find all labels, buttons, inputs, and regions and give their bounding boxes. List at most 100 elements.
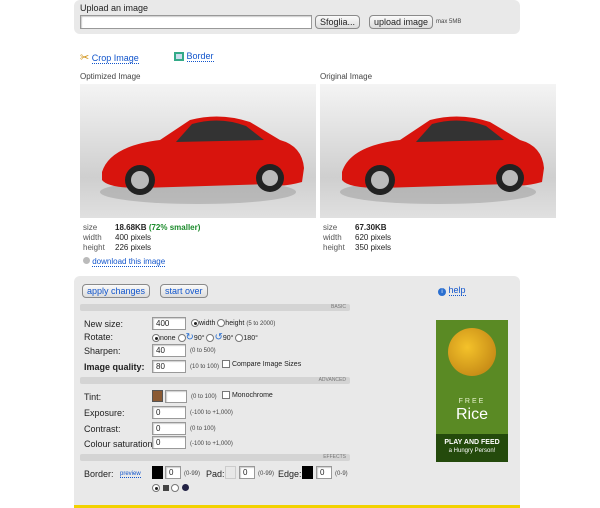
- border-input[interactable]: 0: [165, 466, 181, 479]
- sharpen-input[interactable]: 40: [152, 344, 186, 357]
- edge-color-swatch[interactable]: [302, 466, 313, 479]
- height-label: height: [323, 243, 345, 252]
- optimized-heading: Optimized Image: [80, 72, 141, 81]
- basic-section-bar: BASIC: [80, 304, 350, 311]
- upload-panel: Upload an image Sfoglia... upload image …: [74, 0, 520, 34]
- rice-logo-icon: [448, 328, 496, 376]
- tint-input[interactable]: [165, 390, 187, 403]
- border-range: (0-99): [184, 471, 201, 477]
- download-link[interactable]: download this image: [83, 257, 166, 267]
- scissors-icon: ✂: [80, 52, 90, 64]
- pad-color-swatch[interactable]: [225, 466, 236, 479]
- width-label: width: [323, 233, 342, 242]
- ad-rice-text: Rice: [455, 406, 488, 423]
- size-mode-options: width height (5 to 2000): [191, 319, 275, 327]
- rotate-none-radio[interactable]: [152, 334, 160, 343]
- height-label: height: [83, 243, 105, 252]
- car-image: [340, 116, 544, 204]
- compare-label: Compare Image Sizes: [231, 360, 302, 368]
- advanced-section-bar: ADVANCED: [80, 377, 350, 384]
- quality-input[interactable]: 80: [152, 360, 186, 373]
- max-size-note: max 5MB: [436, 19, 462, 25]
- new-size-label: New size:: [84, 319, 124, 329]
- rotate-90ccw-label: 90°: [222, 335, 234, 342]
- contrast-range: (0 to 100): [190, 426, 216, 432]
- help-label: help: [448, 285, 466, 296]
- help-link[interactable]: i help: [438, 285, 466, 296]
- info-icon: i: [438, 288, 446, 296]
- width-option-label: width: [199, 319, 216, 327]
- border-tool-link[interactable]: Border: [174, 51, 214, 62]
- tint-label: Tint:: [84, 392, 102, 402]
- square-style-icon: [162, 484, 169, 491]
- ad-tagline: PLAY AND FEED a Hungry Person!: [436, 434, 508, 462]
- height-range: (5 to 2000): [246, 320, 276, 327]
- optimized-info: size 18.68KB (72% smaller) width 400 pixel…: [83, 223, 200, 253]
- preview-link[interactable]: preview: [120, 471, 141, 478]
- contrast-input[interactable]: 0: [152, 422, 186, 435]
- upload-title: Upload an image: [80, 3, 149, 13]
- monochrome-checkbox[interactable]: [222, 391, 230, 399]
- rotate-180-label: 180°: [243, 335, 258, 342]
- pad-input[interactable]: 0: [239, 466, 255, 479]
- ad-line1: PLAY AND FEED: [444, 439, 500, 446]
- size-value: 67.30KB: [355, 223, 387, 232]
- saturation-label: Colour saturation:: [84, 439, 156, 449]
- saturation-range: (-100 to +1,000): [190, 441, 233, 447]
- pad-range: (0-99): [258, 471, 275, 477]
- round-style-icon: [181, 484, 189, 492]
- size-value: 18.68KB: [115, 223, 147, 232]
- border-icon: [174, 52, 184, 62]
- rotate-90cw-label: 90°: [193, 335, 205, 342]
- rotate-cw-icon: ↻: [185, 332, 194, 343]
- crop-tool-link[interactable]: ✂ Crop Image: [80, 51, 139, 64]
- contrast-label: Contrast:: [84, 424, 121, 434]
- crop-label: Crop Image: [91, 53, 139, 64]
- original-heading: Original Image: [320, 72, 373, 81]
- start-over-button[interactable]: start over: [160, 284, 208, 298]
- sharpen-range: (0 to 500): [190, 348, 216, 354]
- exposure-label: Exposure:: [84, 408, 125, 418]
- width-value: 620 pixels: [355, 233, 392, 242]
- browse-button[interactable]: Sfoglia...: [315, 15, 361, 29]
- border-style-options: [152, 482, 189, 492]
- upload-image-button[interactable]: upload image: [369, 15, 434, 29]
- saturation-input[interactable]: 0: [152, 436, 186, 449]
- exposure-input[interactable]: 0: [152, 406, 186, 419]
- size-savings: (72% smaller): [148, 223, 201, 232]
- edge-input[interactable]: 0: [316, 466, 332, 479]
- car-image: [100, 116, 304, 204]
- border-color-swatch[interactable]: [152, 466, 163, 479]
- ad-free-text: FREE: [458, 398, 486, 405]
- monochrome-option: Monochrome: [222, 391, 273, 399]
- size-label: size: [323, 223, 338, 232]
- width-radio[interactable]: [191, 319, 199, 327]
- free-rice-ad[interactable]: FREE Rice PLAY AND FEED a Hungry Person!: [436, 320, 508, 462]
- edge-label: Edge:: [278, 469, 302, 479]
- original-info: size 67.30KB width 620 pixels height 350 pi…: [323, 223, 391, 253]
- monochrome-label: Monochrome: [231, 391, 273, 399]
- quality-range: (10 to 100): [190, 364, 220, 370]
- apply-changes-button[interactable]: apply changes: [82, 284, 151, 298]
- file-path-input[interactable]: [80, 15, 312, 29]
- height-value: 226 pixels: [115, 243, 152, 252]
- controls-panel: apply changes start over i help BASIC Ne…: [74, 276, 520, 508]
- tint-swatch[interactable]: [152, 390, 163, 402]
- round-style-radio[interactable]: [171, 483, 180, 492]
- rotate-ccw-icon: ↺: [214, 332, 223, 343]
- compare-checkbox[interactable]: [222, 360, 230, 368]
- pad-label: Pad:: [206, 469, 225, 479]
- square-style-radio[interactable]: [152, 483, 160, 492]
- tint-range: (0 to 100): [191, 394, 217, 400]
- edge-range: (0-9): [335, 471, 348, 477]
- rotate-none-label: none: [160, 335, 176, 342]
- ad-line2: a Hungry Person!: [448, 448, 496, 454]
- rotate-90cw-radio[interactable]: [177, 334, 186, 343]
- effects-section-bar: EFFECTS: [80, 454, 350, 461]
- original-image: [320, 84, 556, 218]
- sharpen-label: Sharpen:: [84, 346, 121, 356]
- exposure-range: (-100 to +1,000): [190, 410, 233, 416]
- size-label: size: [83, 223, 98, 232]
- new-size-input[interactable]: 400: [152, 317, 186, 330]
- rotate-label: Rotate:: [84, 332, 114, 342]
